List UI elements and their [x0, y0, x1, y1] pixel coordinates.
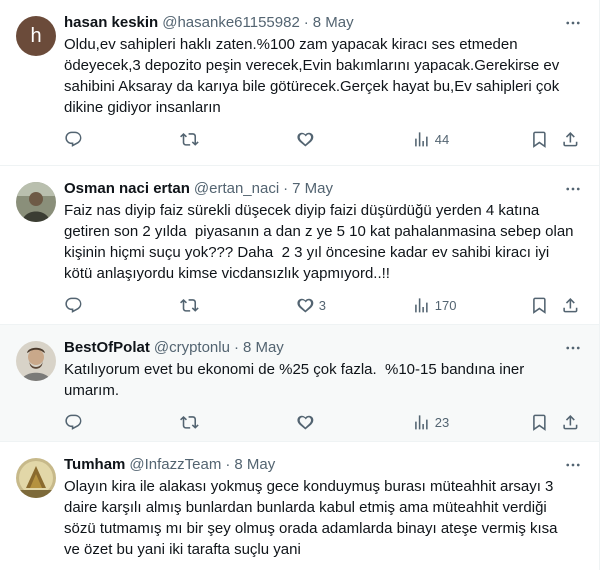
share-button[interactable]: [561, 413, 580, 432]
avatar[interactable]: [16, 182, 56, 222]
tweet-text: Oldu,ev sahipleri haklı zaten.%100 zam y…: [64, 36, 560, 116]
bookmark-button[interactable]: [530, 130, 549, 149]
avatar-image: [16, 458, 56, 498]
views-icon: [415, 298, 428, 313]
tweet[interactable]: h hasan keskin @hasanke61155982 · 8 May …: [0, 0, 599, 166]
tweet-date[interactable]: 8 May: [243, 339, 284, 356]
share-icon: [563, 132, 578, 147]
action-bar: 44: [64, 122, 583, 158]
author-handle[interactable]: @InfazzTeam: [129, 456, 221, 473]
author-handle[interactable]: @ertan_naci: [194, 180, 279, 197]
retweet-icon: [180, 416, 199, 429]
like-button[interactable]: [296, 130, 319, 149]
author-name[interactable]: Tumham: [64, 456, 125, 473]
retweet-button[interactable]: [180, 130, 199, 149]
views-button[interactable]: 23: [412, 413, 449, 432]
tweet-text: Faiz nas diyip faiz sürekli düşecek diyi…: [64, 202, 574, 282]
author-handle[interactable]: @hasanke61155982: [162, 14, 300, 31]
more-icon[interactable]: [563, 456, 583, 474]
like-count: 3: [318, 297, 326, 313]
reply-icon: [65, 297, 82, 313]
like-icon: [297, 298, 314, 313]
more-icon[interactable]: [563, 14, 583, 32]
view-count: 23: [434, 414, 450, 430]
share-button[interactable]: [561, 130, 580, 149]
avatar[interactable]: h: [16, 16, 56, 56]
bookmark-icon: [533, 131, 546, 148]
share-icon: [563, 298, 578, 313]
view-count: 44: [434, 131, 450, 147]
reply-button[interactable]: [64, 296, 83, 315]
reply-icon: [65, 131, 82, 147]
avatar-image: [16, 341, 56, 381]
share-button[interactable]: [561, 296, 580, 315]
retweet-icon: [180, 299, 199, 312]
more-icon[interactable]: [563, 339, 583, 357]
retweet-icon: [180, 133, 199, 146]
like-icon: [297, 415, 314, 430]
avatar[interactable]: [16, 341, 56, 381]
retweet-button[interactable]: [180, 296, 199, 315]
author-name[interactable]: BestOfPolat: [64, 339, 150, 356]
reply-button[interactable]: [64, 413, 83, 432]
tweet-date[interactable]: 7 May: [292, 180, 333, 197]
author-name[interactable]: hasan keskin: [64, 14, 158, 31]
separator-dot: ·: [283, 179, 289, 197]
avatar-image: [16, 182, 56, 222]
bookmark-icon: [533, 297, 546, 314]
reply-feed: h hasan keskin @hasanke61155982 · 8 May …: [0, 0, 600, 570]
tweet[interactable]: Osman naci ertan @ertan_naci · 7 May Fai…: [0, 166, 599, 325]
retweet-button[interactable]: [180, 413, 199, 432]
bookmark-icon: [533, 414, 546, 431]
separator-dot: ·: [233, 338, 239, 356]
views-button[interactable]: 44: [412, 130, 449, 149]
more-icon[interactable]: [563, 180, 583, 198]
reply-button[interactable]: [64, 130, 83, 149]
tweet-date[interactable]: 8 May: [234, 456, 275, 473]
share-icon: [563, 415, 578, 430]
tweet-text: Olayın kira ile alakası yokmuş gece kond…: [64, 478, 558, 558]
separator-dot: ·: [303, 13, 309, 31]
tweet[interactable]: BestOfPolat @cryptonlu · 8 May Katılıyor…: [0, 325, 599, 442]
tweet-date[interactable]: 8 May: [313, 14, 354, 31]
reply-icon: [65, 414, 82, 430]
author-handle[interactable]: @cryptonlu: [154, 339, 230, 356]
author-name[interactable]: Osman naci ertan: [64, 180, 190, 197]
like-button[interactable]: [296, 413, 319, 432]
separator-dot: ·: [225, 455, 231, 473]
like-icon: [297, 132, 314, 147]
action-bar: 23: [64, 405, 583, 441]
like-button[interactable]: 3: [296, 296, 326, 315]
views-button[interactable]: 170: [412, 296, 456, 315]
views-icon: [415, 132, 428, 147]
tweet-text: Katılıyorum evet bu ekonomi de %25 çok f…: [64, 361, 525, 399]
avatar[interactable]: [16, 458, 56, 498]
view-count: 170: [434, 297, 457, 313]
bookmark-button[interactable]: [530, 296, 549, 315]
views-icon: [415, 415, 428, 430]
tweet[interactable]: Tumham @InfazzTeam · 8 May Olayın kira i…: [0, 442, 599, 570]
action-bar: 3 170: [64, 288, 583, 324]
bookmark-button[interactable]: [530, 413, 549, 432]
